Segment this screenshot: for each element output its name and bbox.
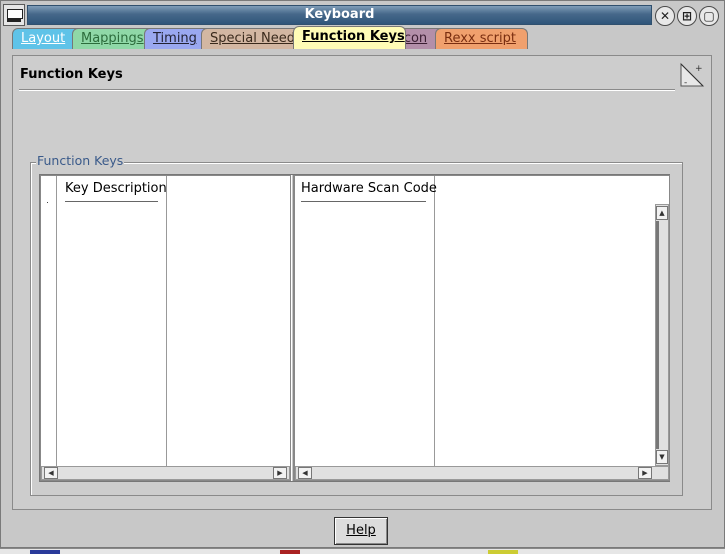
- keyboard-icon: [7, 9, 23, 19]
- column-header-hardware-scan-code[interactable]: Hardware Scan Code: [301, 181, 437, 196]
- window-title[interactable]: Keyboard: [27, 5, 652, 25]
- close-button[interactable]: ✕: [655, 6, 675, 26]
- svg-text:-: -: [684, 78, 687, 88]
- header-underline: [301, 201, 426, 202]
- page-title-divider: [19, 89, 675, 91]
- scroll-right-icon[interactable]: ▶: [638, 467, 652, 479]
- scrollbar-thumb[interactable]: [656, 221, 659, 449]
- selection-dot: [47, 202, 48, 203]
- right-horizontal-scrollbar[interactable]: ◀ ▶: [295, 466, 669, 480]
- maximize-icon: ⊞: [681, 9, 693, 23]
- column-divider: [166, 176, 167, 466]
- header-underline: [65, 201, 158, 202]
- column-divider: [56, 176, 57, 466]
- keyboard-icon-base: [7, 19, 21, 22]
- column-header-key-description[interactable]: Key Description: [65, 181, 167, 196]
- scroll-left-icon[interactable]: ◀: [44, 467, 58, 479]
- background-window-strip: [0, 548, 725, 554]
- right-vertical-scrollbar[interactable]: ▲ ▼: [655, 204, 669, 466]
- page-title: Function Keys: [20, 67, 123, 82]
- background-icon: [280, 550, 300, 554]
- background-icon: [488, 550, 518, 554]
- tab-function-keys[interactable]: Function Keys: [293, 26, 406, 49]
- page-turn-icon[interactable]: + -: [679, 62, 705, 88]
- column-divider: [434, 176, 435, 466]
- system-menu-icon[interactable]: [3, 4, 25, 26]
- background-icon: [30, 550, 60, 554]
- close-icon: ✕: [659, 9, 671, 23]
- maximize-button[interactable]: ⊞: [677, 6, 697, 26]
- restore-button[interactable]: ▢: [699, 6, 719, 26]
- svg-text:+: +: [695, 64, 703, 74]
- right-table-pane[interactable]: [294, 175, 670, 481]
- help-button[interactable]: Help: [334, 517, 388, 545]
- group-label: Function Keys: [36, 153, 125, 168]
- tab-bar: Layout Mappings Timing Special Needs Fun…: [8, 26, 718, 49]
- scroll-down-icon[interactable]: ▼: [656, 450, 668, 464]
- scroll-right-icon[interactable]: ▶: [273, 467, 287, 479]
- restore-icon: ▢: [703, 9, 715, 23]
- left-horizontal-scrollbar[interactable]: ◀ ▶: [41, 466, 290, 480]
- scroll-up-icon[interactable]: ▲: [656, 206, 668, 220]
- tab-rexx-script[interactable]: Rexx script: [435, 28, 528, 49]
- scroll-left-icon[interactable]: ◀: [298, 467, 312, 479]
